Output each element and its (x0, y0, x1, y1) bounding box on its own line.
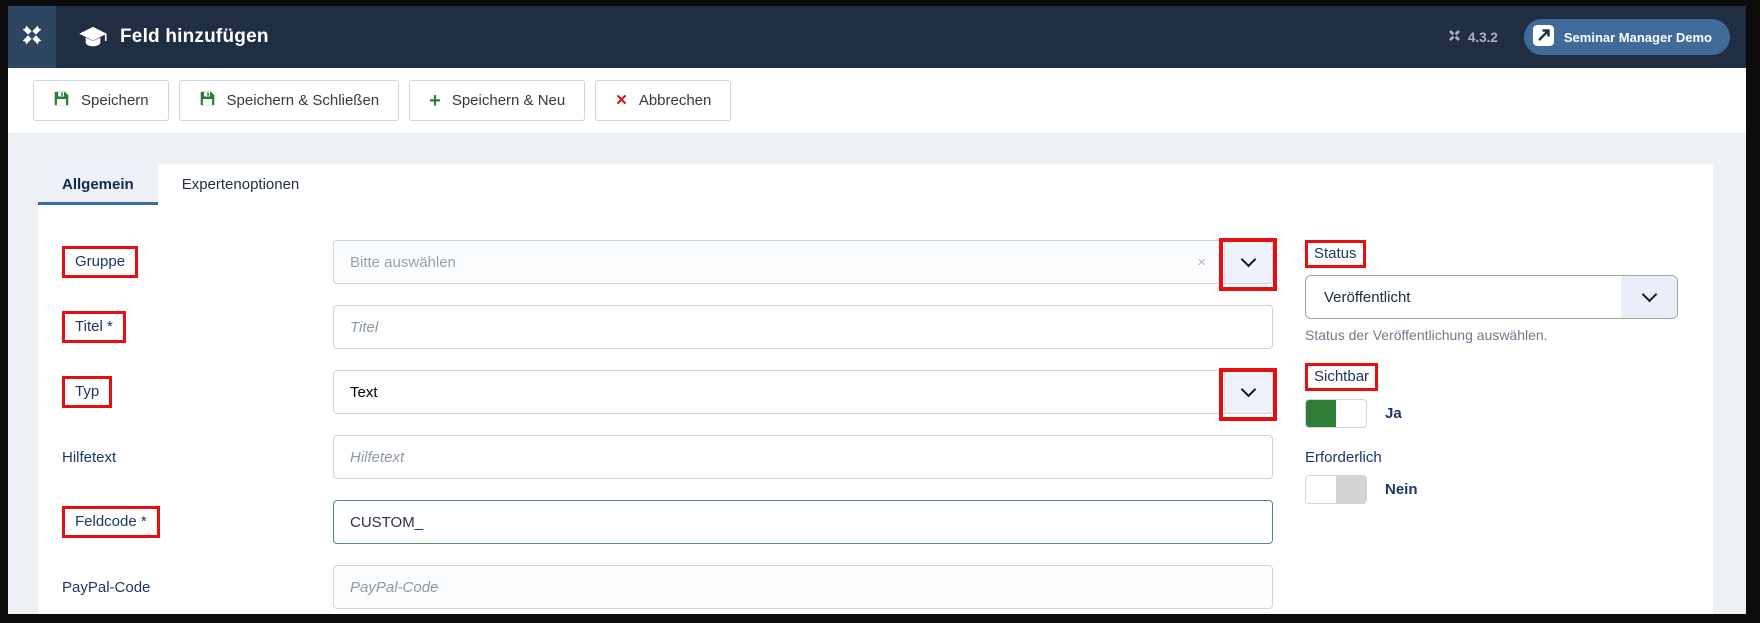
form-row-hilfetext: Hilfetext (62, 435, 1273, 479)
joomla-logo-tile[interactable] (8, 6, 56, 68)
titel-input[interactable] (333, 305, 1273, 349)
sichtbar-field: Sichtbar Ja (1305, 363, 1678, 428)
admin-header: Feld hinzufügen 4.3.2 (8, 6, 1746, 68)
gruppe-placeholder: Bitte auswählen (350, 254, 456, 271)
tab-allgemein[interactable]: Allgemein (38, 164, 158, 205)
app-window: Feld hinzufügen 4.3.2 (0, 0, 1760, 623)
cancel-button-label: Abbrechen (639, 92, 712, 109)
demo-button-label: Seminar Manager Demo (1564, 30, 1712, 45)
typ-selected-value: Text (350, 384, 378, 401)
tab-expertenoptionen[interactable]: Expertenoptionen (158, 164, 324, 205)
clear-x-icon[interactable]: × (1197, 241, 1206, 283)
paypal-code-input[interactable] (333, 565, 1273, 609)
save-close-button[interactable]: Speichern & Schließen (179, 80, 400, 121)
hilfetext-input[interactable] (333, 435, 1273, 479)
save-new-button-label: Speichern & Neu (452, 92, 565, 109)
chevron-down-icon (1241, 381, 1257, 397)
external-link-icon (1532, 24, 1555, 50)
content-panel: Allgemein Expertenoptionen Gruppe Bitte … (38, 164, 1713, 623)
joomla-version: 4.3.2 (1447, 28, 1498, 46)
feldcode-input[interactable] (333, 500, 1273, 544)
status-selected-value: Veröffentlicht (1324, 289, 1410, 306)
erforderlich-label: Erforderlich (1305, 449, 1382, 466)
gruppe-select[interactable]: Bitte auswählen × (333, 240, 1273, 284)
status-select[interactable]: Veröffentlicht (1305, 275, 1678, 319)
save-button-label: Speichern (81, 92, 149, 109)
cancel-button[interactable]: ✕ Abbrechen (595, 80, 731, 121)
erforderlich-field: Erforderlich Nein (1305, 449, 1678, 504)
field-form: Gruppe Bitte auswählen × (38, 205, 1713, 623)
status-label-annotated: Status (1305, 240, 1366, 268)
floppy-disk-icon (53, 90, 70, 111)
form-row-typ: Typ Text (62, 370, 1273, 414)
version-text: 4.3.2 (1468, 30, 1498, 45)
graduation-cap-icon (78, 26, 108, 48)
form-row-feldcode: Feldcode * (62, 500, 1273, 544)
typ-select[interactable]: Text (333, 370, 1273, 414)
save-new-button[interactable]: + Speichern & Neu (409, 80, 585, 121)
chevron-down-icon (1241, 251, 1257, 267)
publishing-sidebar: Status Veröffentlicht Status der Veröffe… (1305, 240, 1678, 623)
page-background: Allgemein Expertenoptionen Gruppe Bitte … (8, 134, 1746, 623)
toolbar: Speichern Speichern & Schließen + Speich… (8, 68, 1746, 134)
status-help-text: Status der Veröffentlichung auswählen. (1305, 327, 1678, 343)
tabstrip: Allgemein Expertenoptionen (38, 164, 1713, 205)
floppy-disk-icon (199, 90, 216, 111)
form-row-titel: Titel * (62, 305, 1273, 349)
status-field: Status Veröffentlicht Status der Veröffe… (1305, 240, 1678, 343)
form-row-paypal-code: PayPal-Code (62, 565, 1273, 609)
typ-label-annotated: Typ (62, 376, 112, 408)
feldcode-label-annotated: Feldcode * (62, 506, 160, 538)
plus-icon: + (429, 91, 441, 111)
titel-label-annotated: Titel * (62, 311, 126, 343)
save-button[interactable]: Speichern (33, 80, 169, 121)
joomla-mini-icon (1447, 28, 1462, 46)
sichtbar-toggle[interactable] (1305, 399, 1367, 428)
hilfetext-label: Hilfetext (62, 449, 116, 466)
gruppe-label-annotated: Gruppe (62, 246, 138, 278)
form-row-gruppe: Gruppe Bitte auswählen × (62, 240, 1273, 284)
x-icon: ✕ (615, 93, 628, 108)
paypal-code-label: PayPal-Code (62, 579, 150, 596)
chevron-down-icon (1641, 286, 1657, 302)
sichtbar-label-annotated: Sichtbar (1305, 363, 1378, 391)
status-dropdown-toggle[interactable] (1621, 276, 1677, 318)
page-title: Feld hinzufügen (120, 26, 269, 48)
gruppe-dropdown-toggle[interactable] (1224, 241, 1272, 283)
erforderlich-toggle-value: Nein (1385, 481, 1418, 498)
sichtbar-toggle-value: Ja (1385, 405, 1402, 422)
erforderlich-toggle[interactable] (1305, 475, 1367, 504)
joomla-logo-icon (18, 21, 46, 54)
seminar-manager-demo-button[interactable]: Seminar Manager Demo (1524, 19, 1730, 55)
save-close-button-label: Speichern & Schließen (227, 92, 380, 109)
typ-dropdown-toggle[interactable] (1224, 371, 1272, 413)
